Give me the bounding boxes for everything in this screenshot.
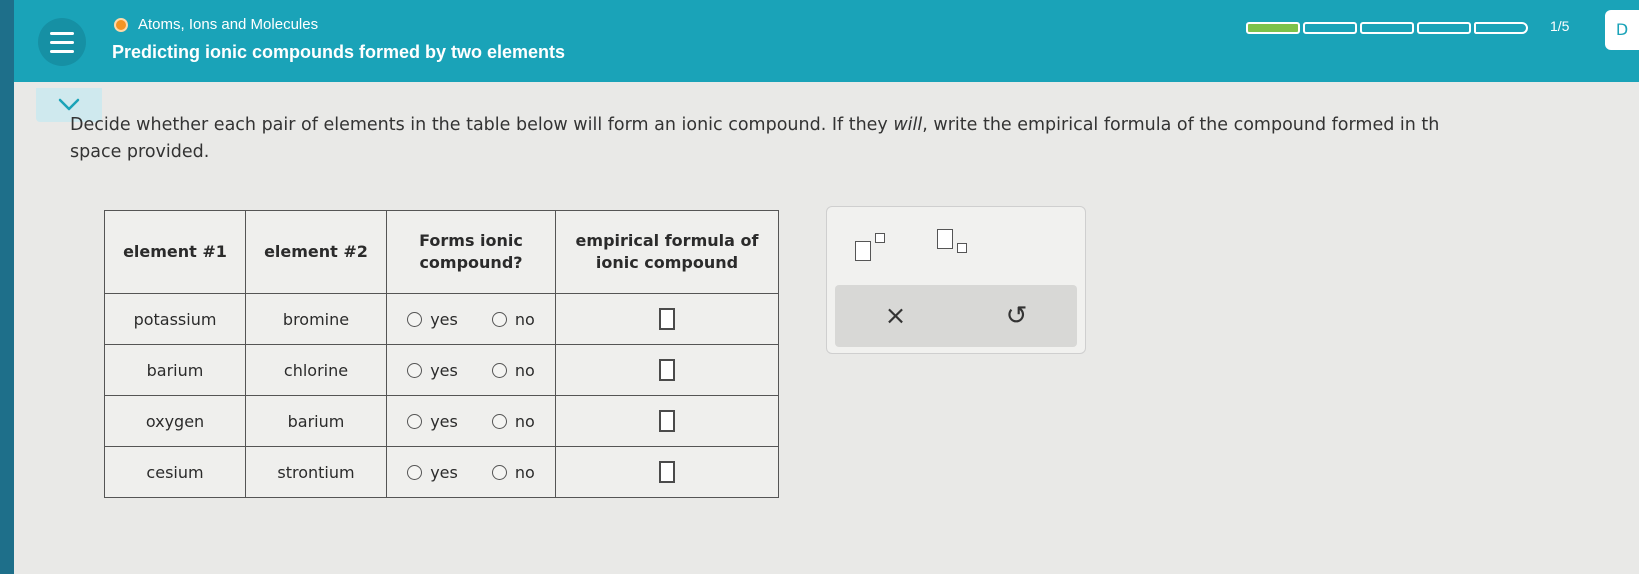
table-row: cesium strontium yes no (104, 446, 779, 498)
header-forms-ionic-text: Forms ionic compound? (419, 231, 523, 272)
forms-ionic-cell: yes no (386, 344, 556, 396)
radio-group: yes no (387, 412, 555, 431)
formula-input[interactable] (659, 410, 675, 432)
formula-input[interactable] (659, 308, 675, 330)
radio-circle-icon[interactable] (407, 362, 423, 378)
subscript-base-box (937, 229, 953, 249)
formula-tool-actions: × ↺ (835, 285, 1077, 347)
radio-circle-icon[interactable] (407, 311, 423, 327)
progress-segment (1246, 22, 1300, 34)
header-element-2: element #2 (245, 210, 387, 294)
corner-button[interactable]: D (1605, 10, 1639, 50)
radio-circle-icon[interactable] (491, 464, 507, 480)
progress-segment (1417, 22, 1471, 34)
progress-bar (1246, 22, 1528, 34)
instructions-line-2: space provided. (70, 142, 210, 162)
undo-icon[interactable]: ↺ (1006, 301, 1028, 331)
element-1-cell: oxygen (104, 395, 246, 447)
element-2-cell: strontium (245, 446, 387, 498)
menu-icon-line (50, 40, 74, 44)
formula-tool-top (827, 207, 1085, 285)
radio-yes[interactable]: yes (407, 310, 458, 329)
instructions-emphasis: will (893, 115, 923, 135)
formula-input[interactable] (659, 461, 675, 483)
element-1-cell: barium (104, 344, 246, 396)
header-empirical-formula-text: empirical formula of ionic compound (575, 231, 759, 272)
radio-circle-icon[interactable] (491, 311, 507, 327)
instructions-text: , write the empirical formula of the com… (922, 115, 1440, 135)
forms-ionic-cell: yes no (386, 293, 556, 345)
table-row: potassium bromine yes no (104, 293, 779, 345)
element-1-cell: cesium (104, 446, 246, 498)
header-empirical-formula: empirical formula of ionic compound (555, 210, 779, 294)
radio-no-label: no (514, 309, 535, 329)
element-1-cell: potassium (104, 293, 246, 345)
table-row: barium chlorine yes no (104, 344, 779, 396)
clear-icon[interactable]: × (885, 301, 907, 331)
radio-group: yes no (387, 310, 555, 329)
problem-table: element #1 element #2 Forms ionic compou… (104, 210, 779, 498)
subscript-icon[interactable] (937, 229, 971, 261)
element-2-cell: barium (245, 395, 387, 447)
superscript-base-box (855, 241, 871, 261)
header-forms-ionic: Forms ionic compound? (386, 210, 556, 294)
radio-no[interactable]: no (491, 411, 535, 431)
table-header-row: element #1 element #2 Forms ionic compou… (104, 210, 779, 294)
radio-no[interactable]: no (491, 360, 535, 380)
radio-no-label: no (514, 411, 535, 431)
table-row: oxygen barium yes no (104, 395, 779, 447)
radio-no[interactable]: no (491, 462, 535, 482)
progress-segment (1303, 22, 1357, 34)
menu-icon-line (50, 49, 74, 53)
radio-yes[interactable]: yes (407, 361, 458, 380)
formula-tool-panel: × ↺ (826, 206, 1086, 354)
superscript-exp-box (875, 233, 885, 243)
left-edge (0, 0, 14, 574)
radio-no-label: no (514, 462, 535, 482)
forms-ionic-cell: yes no (386, 446, 556, 498)
radio-circle-icon[interactable] (407, 413, 423, 429)
page-title: Predicting ionic compounds formed by two… (112, 42, 566, 62)
instructions-line-1: Decide whether each pair of elements in … (70, 112, 1630, 139)
radio-circle-icon[interactable] (491, 413, 507, 429)
formula-input[interactable] (659, 359, 675, 381)
formula-cell (555, 344, 779, 396)
progress-label: 1/5 (1550, 18, 1570, 34)
radio-yes[interactable]: yes (407, 412, 458, 431)
chevron-down-icon (58, 98, 80, 111)
radio-no-label: no (514, 360, 535, 380)
header-bar: Atoms, Ions and Molecules Predicting ion… (14, 0, 1639, 82)
radio-yes-label: yes (430, 462, 458, 482)
radio-yes-label: yes (430, 360, 458, 380)
menu-icon-line (50, 31, 74, 35)
menu-button[interactable] (38, 18, 86, 66)
radio-group: yes no (387, 463, 555, 482)
radio-yes-label: yes (430, 309, 458, 329)
topic-label: Atoms, Ions and Molecules (138, 16, 319, 33)
progress-segment (1474, 22, 1528, 34)
formula-cell (555, 395, 779, 447)
radio-yes-label: yes (430, 411, 458, 431)
element-2-cell: bromine (245, 293, 387, 345)
instructions-text: Decide whether each pair of elements in … (70, 115, 894, 135)
formula-cell (555, 293, 779, 345)
topic-dot-icon (114, 17, 128, 32)
superscript-icon[interactable] (855, 233, 885, 261)
radio-group: yes no (387, 361, 555, 380)
radio-yes[interactable]: yes (407, 463, 458, 482)
subscript-sub-box (957, 243, 967, 253)
element-2-cell: chlorine (245, 344, 387, 396)
topic-row: Atoms, Ions and Molecules (114, 16, 318, 33)
forms-ionic-cell: yes no (386, 395, 556, 447)
radio-circle-icon[interactable] (491, 362, 507, 378)
header-element-1: element #1 (104, 210, 246, 294)
radio-circle-icon[interactable] (407, 464, 423, 480)
instructions: Decide whether each pair of elements in … (70, 112, 1630, 166)
radio-no[interactable]: no (491, 309, 535, 329)
progress-segment (1360, 22, 1414, 34)
formula-cell (555, 446, 779, 498)
